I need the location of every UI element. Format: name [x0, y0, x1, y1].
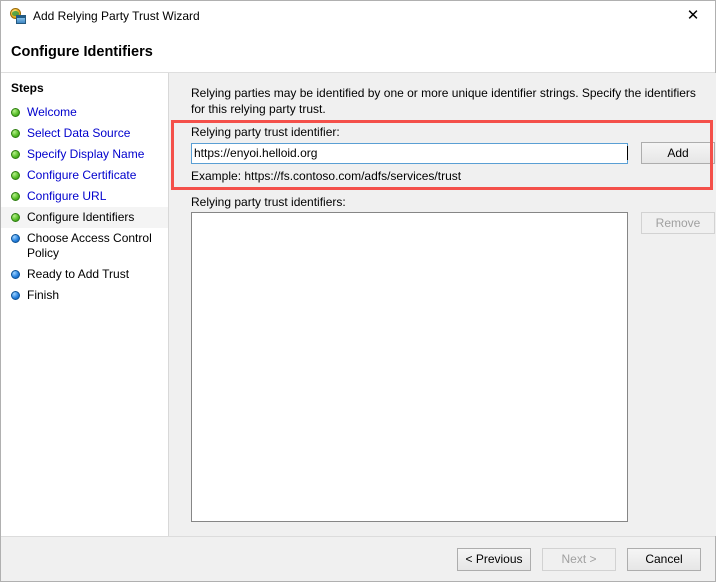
title-bar: Add Relying Party Trust Wizard ✕ — [1, 1, 715, 31]
identifier-field-label: Relying party trust identifier: — [191, 125, 340, 139]
step-complete-icon — [11, 213, 20, 222]
sidebar-item-label: Ready to Add Trust — [27, 267, 130, 281]
text-caret — [627, 146, 628, 160]
window-title: Add Relying Party Trust Wizard — [33, 9, 200, 23]
wizard-window: Add Relying Party Trust Wizard ✕ Configu… — [0, 0, 716, 582]
steps-sidebar: Steps Welcome Select Data Source Specify D… — [1, 73, 169, 536]
identifier-list-row: Remove — [191, 212, 715, 522]
sidebar-item-configure-certificate[interactable]: Configure Certificate — [1, 165, 168, 186]
intro-text: Relying parties may be identified by one… — [191, 86, 696, 116]
footer-bar: < Previous Next > Cancel — [1, 536, 715, 581]
content-panel: Relying parties may be identified by one… — [169, 73, 716, 536]
step-complete-icon — [11, 150, 20, 159]
sidebar-item-select-data-source[interactable]: Select Data Source — [1, 123, 168, 144]
steps-title: Steps — [11, 81, 44, 95]
sidebar-item-ready-to-add-trust[interactable]: Ready to Add Trust — [1, 264, 168, 285]
step-complete-icon — [11, 108, 20, 117]
step-pending-icon — [11, 234, 20, 243]
sidebar-item-specify-display-name[interactable]: Specify Display Name — [1, 144, 168, 165]
sidebar-item-configure-url[interactable]: Configure URL — [1, 186, 168, 207]
step-pending-icon — [11, 291, 20, 300]
cancel-button[interactable]: Cancel — [627, 547, 701, 571]
sidebar-item-configure-identifiers[interactable]: Configure Identifiers — [1, 207, 168, 228]
sidebar-item-choose-access-control-policy[interactable]: Choose Access Control Policy — [1, 228, 168, 264]
sidebar-item-label: Specify Display Name — [27, 147, 145, 161]
step-complete-icon — [11, 192, 20, 201]
identifier-input[interactable] — [191, 142, 628, 164]
sidebar-item-label: Welcome — [27, 105, 77, 119]
sidebar-item-finish[interactable]: Finish — [1, 285, 168, 306]
page-header: Configure Identifiers — [1, 31, 715, 73]
identifier-row: Add — [191, 142, 715, 164]
remove-button: Remove — [641, 212, 715, 234]
sidebar-item-welcome[interactable]: Welcome — [1, 102, 168, 123]
sidebar-item-label: Configure URL — [27, 189, 107, 203]
identifier-list-section: Relying party trust identifiers: Remove — [181, 195, 715, 522]
step-complete-icon — [11, 129, 20, 138]
step-pending-icon — [11, 270, 20, 279]
relying-party-globe-icon — [10, 8, 26, 24]
sidebar-item-label: Configure Certificate — [27, 168, 137, 182]
sidebar-item-label: Configure Identifiers — [27, 210, 135, 224]
next-button: Next > — [542, 547, 616, 571]
body-area: Steps Welcome Select Data Source Specify D… — [1, 73, 716, 536]
sidebar-item-label: Finish — [27, 288, 60, 302]
steps-list: Welcome Select Data Source Specify Display… — [1, 102, 168, 306]
add-button[interactable]: Add — [641, 142, 715, 164]
sidebar-item-label: Select Data Source — [27, 126, 131, 140]
identifier-list-label: Relying party trust identifiers: — [191, 195, 346, 209]
sidebar-item-label: Choose Access Control Policy — [27, 231, 152, 260]
example-text: Example: https://fs.contoso.com/adfs/ser… — [191, 169, 462, 183]
close-icon[interactable]: ✕ — [671, 1, 715, 30]
page-title: Configure Identifiers — [11, 43, 153, 60]
previous-button[interactable]: < Previous — [457, 547, 531, 571]
step-complete-icon — [11, 171, 20, 180]
identifier-listbox[interactable] — [191, 212, 628, 522]
